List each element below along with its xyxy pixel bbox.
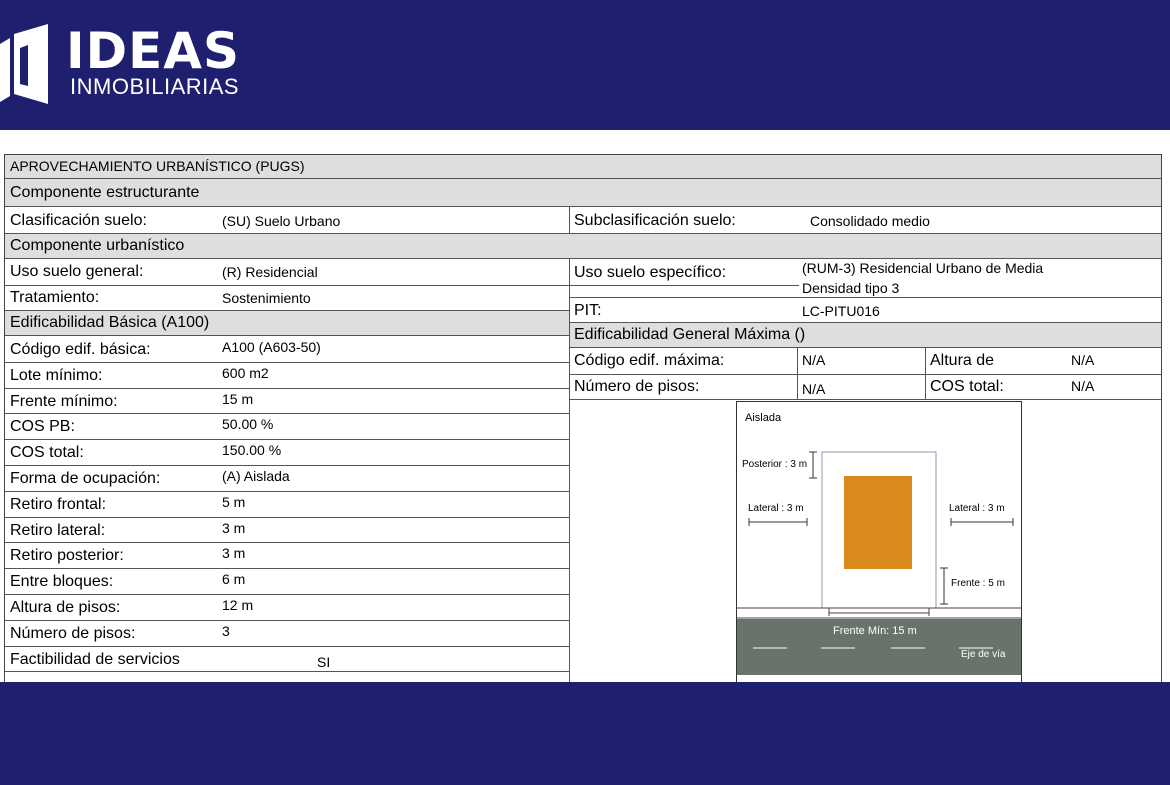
row-divider xyxy=(5,671,569,672)
row-value: (A) Aislada xyxy=(222,468,290,484)
num-pisos-max-value: N/A xyxy=(802,381,826,397)
row-divider xyxy=(5,465,569,466)
edif-general-header: Edificabilidad General Máxima () xyxy=(574,326,806,343)
cos-total-max-label: COS total: xyxy=(930,378,1004,395)
building-footprint xyxy=(844,476,912,569)
brand-name: IDEAS xyxy=(66,22,240,80)
diagram-title: Aislada xyxy=(745,412,782,424)
row-label: Retiro frontal: xyxy=(10,496,107,513)
setback-drawing xyxy=(737,451,1021,675)
document-area: APROVECHAMIENTO URBANÍSTICO (PUGS) Compo… xyxy=(0,130,1170,682)
codigo-max-value: N/A xyxy=(802,352,826,368)
comp-urbanistico: Componente urbanístico xyxy=(10,237,185,254)
row-divider xyxy=(5,646,569,647)
row-value: 5 m xyxy=(222,494,246,510)
cos-total-max-value: N/A xyxy=(1071,378,1095,394)
uso-especifico-label: Uso suelo específico: xyxy=(574,264,727,281)
pit-label: PIT: xyxy=(574,302,602,319)
row-value: 150.00 % xyxy=(222,442,282,458)
row-value: 50.00 % xyxy=(222,416,274,432)
brand-subtitle: INMOBILIARIAS xyxy=(70,74,240,99)
row-value: 600 m2 xyxy=(222,365,269,381)
altura-de-label: Altura de xyxy=(930,352,995,369)
row-label: COS PB: xyxy=(10,418,75,435)
brand-footer xyxy=(0,682,1170,785)
setback-diagram: Aislada Posterior : 3 m Lateral : 3 m La… xyxy=(736,401,1022,682)
uso-general-label: Uso suelo general: xyxy=(10,263,144,280)
row-divider xyxy=(5,362,569,363)
building-logo-icon xyxy=(0,24,48,104)
row-label: Retiro lateral: xyxy=(10,522,106,539)
row-value: 12 m xyxy=(222,597,254,613)
uso-especifico-value-2: Densidad tipo 3 xyxy=(802,280,900,296)
frente-label: Frente : 5 m xyxy=(951,578,1005,589)
row-label: Código edif. básica: xyxy=(10,341,151,358)
row-value: 6 m xyxy=(222,571,246,587)
row-divider xyxy=(5,517,569,518)
uso-general-value: (R) Residencial xyxy=(222,264,318,280)
pit-value: LC-PITU016 xyxy=(802,303,880,319)
row-value: 3 m xyxy=(222,520,246,536)
row-label: Frente mínimo: xyxy=(10,393,118,410)
row-label: Forma de ocupación: xyxy=(10,470,161,487)
altura-de-value: N/A xyxy=(1071,352,1095,368)
urban-table: APROVECHAMIENTO URBANÍSTICO (PUGS) Compo… xyxy=(4,154,1162,682)
row-divider xyxy=(5,620,569,621)
edif-basica-header: Edificabilidad Básica (A100) xyxy=(10,314,210,331)
row-value: 15 m xyxy=(222,391,254,407)
posterior-label: Posterior : 3 m xyxy=(742,459,808,470)
row-value: 3 xyxy=(222,623,230,639)
frente-min-label: Frente Mín: 15 m xyxy=(833,625,917,637)
row-divider xyxy=(5,542,569,543)
row-divider xyxy=(5,388,569,389)
comp-estructurante: Componente estructurante xyxy=(10,184,200,201)
row-divider xyxy=(5,594,569,595)
num-pisos-max-label: Número de pisos: xyxy=(574,378,700,395)
subclasificacion-value: Consolidado medio xyxy=(810,213,930,229)
tratamiento-label: Tratamiento: xyxy=(10,289,100,306)
row-divider xyxy=(5,439,569,440)
lateral-right-label: Lateral : 3 m xyxy=(949,503,1005,514)
row-label: Altura de pisos: xyxy=(10,599,121,616)
row-label: COS total: xyxy=(10,444,84,461)
row-label: Número de pisos: xyxy=(10,625,136,642)
row-value: A100 (A603-50) xyxy=(222,339,321,355)
row-value: SI xyxy=(317,654,331,670)
tratamiento-value: Sostenimiento xyxy=(222,290,311,306)
row-label: Factibilidad de servicios xyxy=(10,651,180,668)
row-label: Lote mínimo: xyxy=(10,367,103,384)
row-label: Entre bloques: xyxy=(10,573,114,590)
eje-via-label: Eje de vía xyxy=(961,649,1006,660)
doc-title: APROVECHAMIENTO URBANÍSTICO (PUGS) xyxy=(10,158,305,174)
row-divider xyxy=(5,568,569,569)
row-divider xyxy=(5,491,569,492)
uso-especifico-value-1: (RUM-3) Residencial Urbano de Media xyxy=(802,260,1044,276)
row-divider xyxy=(5,413,569,414)
subclasificacion-label: Subclasificación suelo: xyxy=(574,212,736,229)
clasificacion-label: Clasificación suelo: xyxy=(10,212,147,229)
clasificacion-value: (SU) Suelo Urbano xyxy=(222,213,341,229)
row-value: 3 m xyxy=(222,545,246,561)
codigo-max-label: Código edif. máxima: xyxy=(574,352,725,369)
brand-header: IDEAS INMOBILIARIAS xyxy=(0,0,1170,130)
lateral-left-label: Lateral : 3 m xyxy=(748,503,804,514)
row-label: Retiro posterior: xyxy=(10,547,124,564)
